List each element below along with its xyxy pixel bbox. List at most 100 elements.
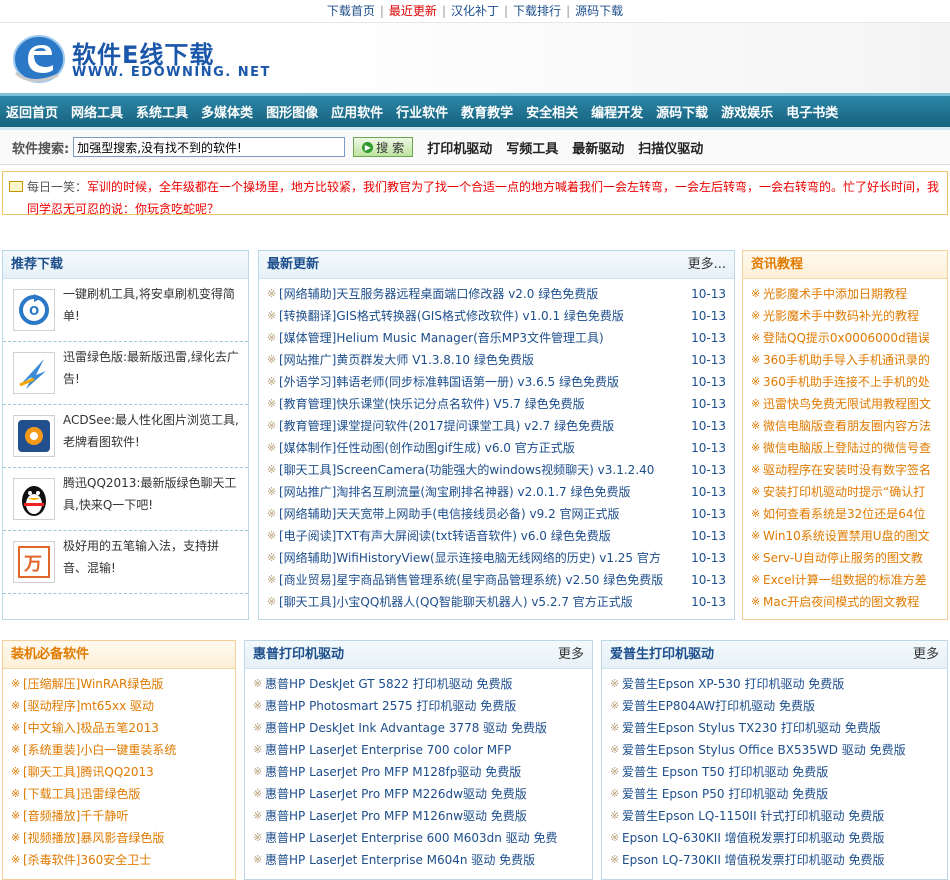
- top-link[interactable]: 下载首页: [327, 4, 375, 18]
- tutorial-item[interactable]: ※ Serv-U自动停止服务的图文教: [743, 547, 947, 569]
- search-button[interactable]: ▶ 搜 索: [353, 137, 414, 157]
- tutorial-item[interactable]: ※ 360手机助手导入手机通讯录的: [743, 349, 947, 371]
- item-title[interactable]: 360安全卫士: [80, 853, 151, 867]
- essential-item[interactable]: ※ [杀毒软件]360安全卫士: [3, 849, 235, 871]
- recommend-item[interactable]: O 一键刷机工具,将安卓刷机变得简单!: [3, 279, 248, 342]
- item-title[interactable]: Epson LQ-730KII 增值税发票打印机驱动 免费版: [622, 853, 885, 867]
- recommend-item-text[interactable]: ACDSee:最人性化图片浏览工具,老牌看图软件!: [63, 409, 240, 453]
- item-title[interactable]: 腾讯QQ2013: [80, 765, 153, 779]
- essential-item[interactable]: ※ [下载工具]迅雷绿色版: [3, 783, 235, 805]
- nav-item[interactable]: 游戏娱乐: [721, 102, 773, 121]
- item-title[interactable]: GIS格式转换器(GIS格式修改软件) v1.0.1 绿色免费版: [336, 309, 624, 323]
- recommend-item-text[interactable]: 极好用的五笔输入法，支持拼音、混输!: [63, 535, 240, 579]
- nav-item[interactable]: 返回首页: [6, 102, 58, 121]
- nav-item[interactable]: 源码下载: [656, 102, 708, 121]
- hot-search-link[interactable]: 最新驱动: [572, 142, 624, 157]
- tutorial-item[interactable]: ※ 登陆QQ提示0x0006000d错误: [743, 327, 947, 349]
- item-category[interactable]: [教育管理]: [279, 397, 336, 411]
- hot-search-link[interactable]: 扫描仪驱动: [638, 142, 703, 157]
- latest-item[interactable]: ※ [网站推广]黄页群发大师 V1.3.8.10 绿色免费版 10-13: [259, 349, 734, 371]
- item-category[interactable]: [压缩解压]: [23, 677, 80, 691]
- nav-item[interactable]: 教育教学: [461, 102, 513, 121]
- tutorial-item[interactable]: ※ 光影魔术手中数码补光的教程: [743, 305, 947, 327]
- latest-item[interactable]: ※ [聊天工具]小宝QQ机器人(QQ智能聊天机器人) v5.2.7 官方正式版 10…: [259, 591, 734, 613]
- essential-item[interactable]: ※ [聊天工具]腾讯QQ2013: [3, 761, 235, 783]
- recommend-item[interactable]: 迅雷绿色版:最新版迅雷,绿化去广告!: [3, 342, 248, 405]
- tutorial-item[interactable]: ※ 微信电脑版查看朋友圈内容方法: [743, 415, 947, 437]
- item-category[interactable]: [中文输入]: [23, 721, 80, 735]
- item-title[interactable]: 爱普生Epson LQ-1150II 针式打印机驱动 免费版: [622, 809, 884, 823]
- item-title[interactable]: Mac开启夜间模式的图文教程: [763, 595, 919, 609]
- item-category[interactable]: [聊天工具]: [279, 595, 336, 609]
- hp-driver-item[interactable]: ※ 惠普HP LaserJet Enterprise 600 M603dn 驱动 …: [245, 827, 592, 849]
- tutorial-item[interactable]: ※ 如何查看系统是32位还是64位: [743, 503, 947, 525]
- epson-driver-item[interactable]: ※ 爱普生Epson LQ-1150II 针式打印机驱动 免费版: [602, 805, 947, 827]
- tutorial-item[interactable]: ※ 驱动程序在安装时没有数字签名: [743, 459, 947, 481]
- item-title[interactable]: 爱普生Epson XP-530 打印机驱动 免费版: [622, 677, 844, 691]
- latest-item[interactable]: ※ [网络辅助]天天宽带上网助手(电信接线员必备) v9.2 官网正式版 10-13: [259, 503, 734, 525]
- item-category[interactable]: [外语学习]: [279, 375, 336, 389]
- item-title[interactable]: 天互服务器远程桌面端口修改器 v2.0 绿色免费版: [336, 287, 598, 301]
- item-title[interactable]: 课堂提问软件(2017提问课堂工具) v2.7 绿色免费版: [336, 419, 614, 433]
- item-category[interactable]: [网站推广]: [279, 485, 336, 499]
- item-title[interactable]: 安装打印机驱动时提示“确认打: [763, 485, 925, 499]
- tutorial-item[interactable]: ※ 微信电脑版上登陆过的微信号查: [743, 437, 947, 459]
- item-category[interactable]: [电子阅读]: [279, 529, 336, 543]
- item-title[interactable]: TXT有声大屏阅读(txt转语音软件) v6.0 绿色免费版: [336, 529, 610, 543]
- item-title[interactable]: 360手机助手导入手机通讯录的: [763, 353, 930, 367]
- item-title[interactable]: Excel计算一组数据的标准方差: [763, 573, 927, 587]
- item-category[interactable]: [转换翻译]: [279, 309, 336, 323]
- top-link[interactable]: 最近更新: [389, 4, 437, 18]
- essential-item[interactable]: ※ [中文输入]极品五笔2013: [3, 717, 235, 739]
- item-title[interactable]: 微信电脑版查看朋友圈内容方法: [763, 419, 931, 433]
- tutorial-item[interactable]: ※ 360手机助手连接不上手机的处: [743, 371, 947, 393]
- search-input[interactable]: [73, 137, 346, 157]
- latest-item[interactable]: ※ [网络辅助]WifiHistoryView(显示连接电脑无线网络的历史) v1…: [259, 547, 734, 569]
- item-title[interactable]: 爱普生EP804AW打印机驱动 免费版: [622, 699, 815, 713]
- recommend-item[interactable]: 腾迅QQ2013:最新版绿色聊天工具,快来Q一下吧!: [3, 468, 248, 531]
- recommend-item-text[interactable]: 迅雷绿色版:最新版迅雷,绿化去广告!: [63, 346, 240, 390]
- item-title[interactable]: 暴风影音绿色版: [80, 831, 164, 845]
- latest-item[interactable]: ※ [商业贸易]星宇商品销售管理系统(星宇商品管理系统) v2.50 绿色免费版 1…: [259, 569, 734, 591]
- epson-driver-item[interactable]: ※ 爱普生 Epson T50 打印机驱动 免费版: [602, 761, 947, 783]
- item-title[interactable]: 快乐课堂(快乐记分点名软件) V5.7 绿色免费版: [336, 397, 584, 411]
- item-title[interactable]: 惠普HP LaserJet Enterprise M604n 驱动 免费版: [265, 853, 535, 867]
- latest-item[interactable]: ※ [网络辅助]天互服务器远程桌面端口修改器 v2.0 绿色免费版 10-13: [259, 283, 734, 305]
- hp-driver-item[interactable]: ※ 惠普HP LaserJet Enterprise M604n 驱动 免费版: [245, 849, 592, 871]
- item-title[interactable]: Serv-U自动停止服务的图文教: [763, 551, 923, 565]
- nav-item[interactable]: 网络工具: [71, 102, 123, 121]
- item-title[interactable]: Win10系统设置禁用U盘的图文: [763, 529, 930, 543]
- item-title[interactable]: 惠普HP LaserJet Pro MFP M226dw驱动 免费版: [265, 787, 527, 801]
- item-category[interactable]: [聊天工具]: [23, 765, 80, 779]
- item-title[interactable]: 迅雷绿色版: [80, 787, 140, 801]
- item-title[interactable]: 小宝QQ机器人(QQ智能聊天机器人) v5.2.7 官方正式版: [336, 595, 632, 609]
- nav-item[interactable]: 行业软件: [396, 102, 448, 121]
- recommend-item[interactable]: 万极好用的五笔输入法，支持拼音、混输!: [3, 531, 248, 594]
- tutorial-item[interactable]: ※ Win10系统设置禁用U盘的图文: [743, 525, 947, 547]
- hp-driver-item[interactable]: ※ 惠普HP LaserJet Pro MFP M126nw驱动 免费版: [245, 805, 592, 827]
- hp-driver-item[interactable]: ※ 惠普HP LaserJet Pro MFP M226dw驱动 免费版: [245, 783, 592, 805]
- essential-item[interactable]: ※ [视频播放]暴风影音绿色版: [3, 827, 235, 849]
- item-category[interactable]: [网络辅助]: [279, 287, 336, 301]
- item-title[interactable]: 星宇商品销售管理系统(星宇商品管理系统) v2.50 绿色免费版: [336, 573, 663, 587]
- item-title[interactable]: 爱普生Epson Stylus Office BX535WD 驱动 免费版: [622, 743, 906, 757]
- item-title[interactable]: 迅雷快鸟免费无限试用教程图文: [763, 397, 931, 411]
- epson-driver-item[interactable]: ※ 爱普生Epson Stylus Office BX535WD 驱动 免费版: [602, 739, 947, 761]
- epson-driver-item[interactable]: ※ 爱普生Epson Stylus TX230 打印机驱动 免费版: [602, 717, 947, 739]
- tutorial-item[interactable]: ※ 安装打印机驱动时提示“确认打: [743, 481, 947, 503]
- item-title[interactable]: 惠普HP LaserJet Enterprise 700 color MFP: [265, 743, 511, 757]
- essential-item[interactable]: ※ [压缩解压]WinRAR绿色版: [3, 673, 235, 695]
- item-category[interactable]: [网站推广]: [279, 353, 336, 367]
- item-category[interactable]: [媒体管理]: [279, 331, 336, 345]
- epson-driver-item[interactable]: ※ 爱普生Epson XP-530 打印机驱动 免费版: [602, 673, 947, 695]
- item-category[interactable]: [网络辅助]: [279, 507, 336, 521]
- item-title[interactable]: 黄页群发大师 V1.3.8.10 绿色免费版: [336, 353, 533, 367]
- item-category[interactable]: [教育管理]: [279, 419, 336, 433]
- hot-search-link[interactable]: 打印机驱动: [427, 142, 492, 157]
- essential-item[interactable]: ※ [系统重装]小白一键重装系统: [3, 739, 235, 761]
- site-logo[interactable]: 软件E线下载 WWW. EDOWNING. NET: [12, 29, 312, 89]
- item-title[interactable]: 360手机助手连接不上手机的处: [763, 375, 930, 389]
- latest-item[interactable]: ※ [外语学习]韩语老师(同步标准韩国语第一册) v3.6.5 绿色免费版 10-1…: [259, 371, 734, 393]
- nav-item[interactable]: 安全相关: [526, 102, 578, 121]
- item-title[interactable]: 千千静听: [80, 809, 128, 823]
